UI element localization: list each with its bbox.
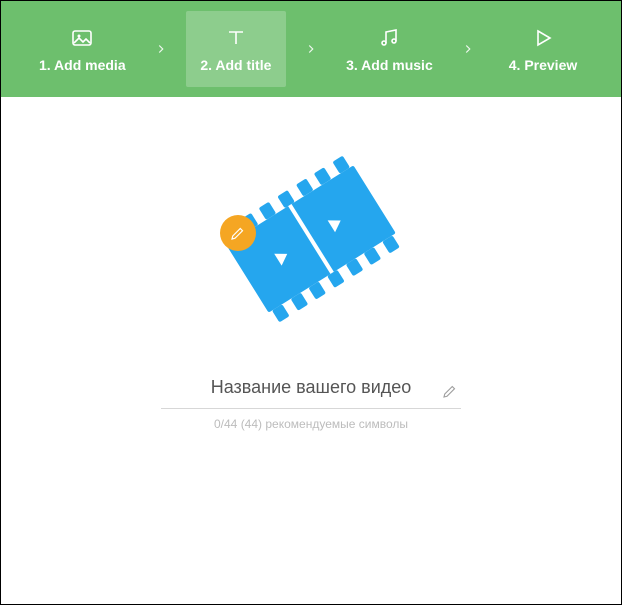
chevron-right-icon <box>302 42 320 56</box>
edit-badge-icon <box>220 215 256 251</box>
text-icon <box>223 25 249 51</box>
chevron-right-icon <box>152 42 170 56</box>
music-icon <box>376 25 402 51</box>
video-title-row <box>161 377 461 409</box>
video-title-input[interactable] <box>161 377 461 398</box>
step-label: 4. Preview <box>509 57 578 73</box>
play-icon <box>530 25 556 51</box>
app-frame: 1. Add media 2. Add title 3. Add music <box>0 0 622 605</box>
step-add-media[interactable]: 1. Add media <box>29 11 136 87</box>
chevron-right-icon <box>459 42 477 56</box>
step-add-title[interactable]: 2. Add title <box>186 11 286 87</box>
image-icon <box>69 25 95 51</box>
pencil-icon[interactable] <box>441 382 461 402</box>
step-label: 2. Add title <box>200 57 271 73</box>
main-panel: 0/44 (44) рекомендуемые символы <box>1 97 621 604</box>
step-preview[interactable]: 4. Preview <box>493 11 593 87</box>
char-count-hint: 0/44 (44) рекомендуемые символы <box>214 417 408 431</box>
video-title-block: 0/44 (44) рекомендуемые символы <box>161 377 461 431</box>
wizard-stepper: 1. Add media 2. Add title 3. Add music <box>1 1 621 97</box>
step-label: 3. Add music <box>346 57 433 73</box>
step-add-music[interactable]: 3. Add music <box>336 11 443 87</box>
title-illustration <box>236 167 386 337</box>
stepper-steps: 1. Add media 2. Add title 3. Add music <box>29 11 593 87</box>
step-label: 1. Add media <box>39 57 126 73</box>
